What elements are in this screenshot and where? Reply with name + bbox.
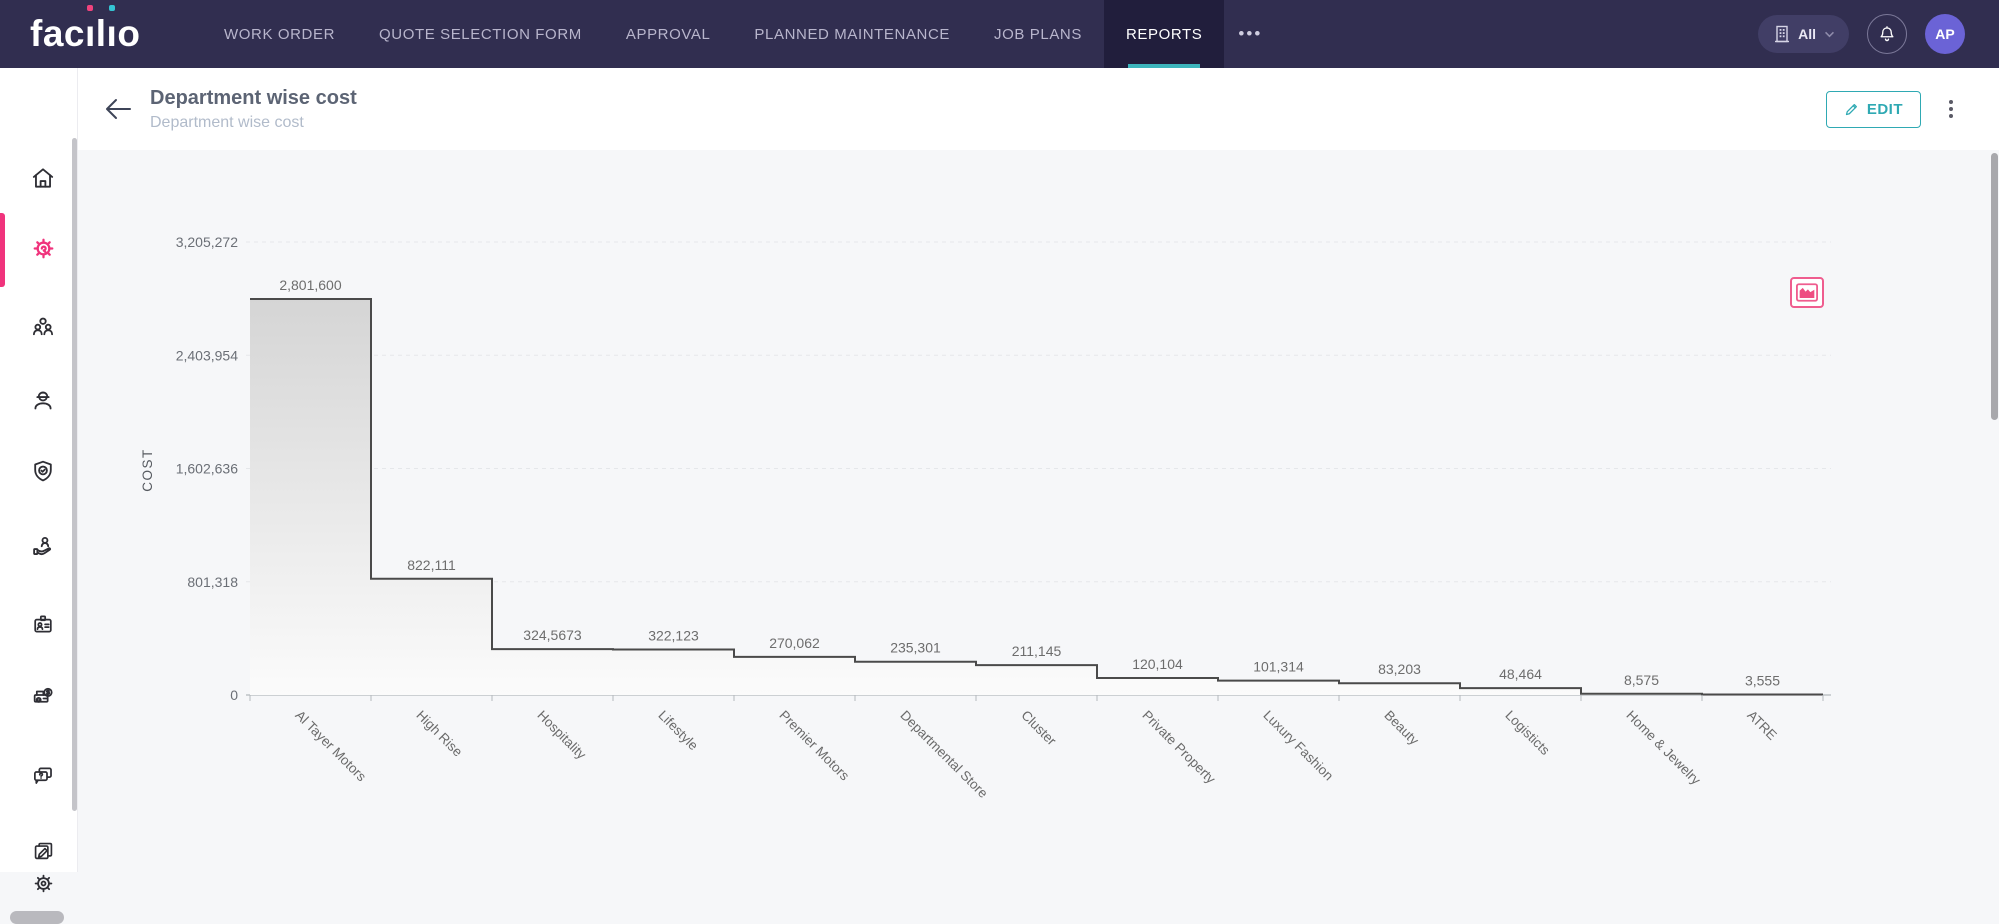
- purchase-money-icon: [30, 682, 56, 708]
- sidebar-item-vendor[interactable]: [23, 528, 63, 564]
- pencil-icon: [1844, 102, 1859, 117]
- x-axis-label: Beauty: [1381, 708, 1422, 749]
- x-axis-ticks: [250, 695, 1823, 701]
- sidebar-item-maintenance[interactable]: [23, 230, 63, 266]
- x-axis-label: Luxury Fashion: [1260, 708, 1336, 784]
- cost-step-area-chart: 0 801,318 1,602,636 2,403,954 3,205,272 COST 2…: [78, 150, 1999, 872]
- brand-i-dot: ı: [85, 0, 96, 68]
- settings-gear-icon: [31, 871, 56, 896]
- sidebar-collapse-handle[interactable]: [10, 911, 64, 924]
- nav-item-reports[interactable]: REPORTS: [1104, 0, 1224, 68]
- report-content: 0 801,318 1,602,636 2,403,954 3,205,272 COST 2…: [78, 150, 1999, 872]
- y-tick-label: 1,602,636: [176, 461, 238, 477]
- brand-logo[interactable]: facılıo: [0, 0, 172, 68]
- nav-item-approval[interactable]: APPROVAL: [604, 0, 733, 68]
- team-icon: [30, 313, 56, 339]
- edit-button-label: EDIT: [1867, 101, 1903, 118]
- edit-button[interactable]: EDIT: [1826, 91, 1921, 128]
- value-label: 270,062: [769, 635, 820, 651]
- value-label: 48,464: [1499, 666, 1542, 682]
- page-title: Department wise cost: [150, 87, 357, 110]
- shield-check-icon: [30, 458, 56, 484]
- nav-item-work-order[interactable]: WORK ORDER: [202, 0, 357, 68]
- value-label: 211,145: [1012, 643, 1062, 659]
- page-subtitle: Department wise cost: [150, 114, 357, 132]
- x-axis-label: Home & Jewelry: [1623, 708, 1703, 788]
- nav-items: WORK ORDERQUOTE SELECTION FORMAPPROVALPL…: [202, 0, 1224, 68]
- x-axis-label: Lifestyle: [655, 708, 701, 754]
- sidebar-item-team[interactable]: [23, 308, 63, 344]
- y-tick-label: 2,403,954: [176, 347, 238, 363]
- main-area: Department wise cost Department wise cos…: [78, 68, 1999, 872]
- sidebar-item-safety[interactable]: [23, 453, 63, 489]
- sidebar-scrollbar[interactable]: [72, 138, 77, 811]
- chevron-down-icon: [1824, 31, 1835, 38]
- y-axis-title: COST: [140, 448, 155, 492]
- active-item-indicator: [0, 213, 5, 287]
- gallery-icon: [31, 839, 56, 864]
- y-tick-label: 0: [230, 687, 238, 703]
- value-labels: 2,801,600 822,111 324,5673 322,123 270,062 23…: [279, 277, 1780, 688]
- navbar-right: All AP: [1758, 0, 1999, 68]
- sidebar-item-workforce[interactable]: [23, 382, 63, 418]
- value-label: 322,123: [648, 627, 699, 643]
- sidebar-item-help[interactable]: [23, 758, 63, 794]
- value-label: 822,111: [407, 557, 456, 573]
- scope-selected-label: All: [1798, 26, 1816, 42]
- app-sidebar: [0, 68, 78, 872]
- value-label: 101,314: [1253, 659, 1304, 675]
- x-axis-label: Cluster: [1018, 708, 1059, 749]
- nav-item-job-plans[interactable]: JOB PLANS: [972, 0, 1104, 68]
- maintenance-gear-icon: [30, 235, 57, 262]
- more-options-icon[interactable]: [1943, 94, 1959, 124]
- area-chart-icon: [1796, 283, 1818, 302]
- notifications-button[interactable]: [1867, 14, 1907, 54]
- bell-icon: [1877, 24, 1897, 45]
- value-label: 83,203: [1378, 661, 1421, 677]
- value-label: 324,5673: [523, 627, 582, 643]
- sidebar-item-purchase[interactable]: [23, 677, 63, 713]
- x-axis-label: Logisticts: [1502, 708, 1553, 759]
- x-axis-label: High Rise: [413, 708, 465, 760]
- help-chat-icon: [30, 763, 56, 789]
- worker-icon: [30, 387, 56, 413]
- top-navbar: facılıo WORK ORDERQUOTE SELECTION FORMAP…: [0, 0, 1999, 68]
- page-header: Department wise cost Department wise cos…: [78, 68, 1999, 150]
- y-tick-label: 801,318: [187, 574, 238, 590]
- brand-i-dot: ı: [107, 0, 118, 68]
- user-avatar[interactable]: AP: [1925, 14, 1965, 54]
- x-axis-label: Premier Motors: [776, 708, 852, 784]
- x-axis-label: Hospitality: [534, 708, 589, 763]
- nav-item-planned-maintenance[interactable]: PLANNED MAINTENANCE: [732, 0, 972, 68]
- x-axis-label: Al Tayer Motors: [292, 708, 369, 785]
- id-badge-icon: [30, 611, 56, 637]
- x-axis-labels: Al Tayer Motors High Rise Hospitality Lifes…: [292, 708, 1779, 801]
- back-button[interactable]: [100, 91, 136, 127]
- value-label: 8,575: [1624, 672, 1659, 688]
- page-scrollbar[interactable]: [1991, 153, 1998, 420]
- value-label: 2,801,600: [279, 277, 341, 293]
- nav-item-quote-selection-form[interactable]: QUOTE SELECTION FORM: [357, 0, 604, 68]
- vendor-hand-icon: [30, 533, 56, 559]
- y-axis-labels: 0 801,318 1,602,636 2,403,954 3,205,272: [176, 234, 239, 703]
- sidebar-item-gallery[interactable]: [23, 835, 63, 867]
- back-arrow-icon: [104, 98, 132, 120]
- sidebar-item-employee-badge[interactable]: [23, 606, 63, 642]
- x-axis-label: Private Property: [1139, 708, 1218, 787]
- x-axis-label: Departmental Store: [897, 708, 990, 801]
- value-label: 235,301: [890, 640, 941, 656]
- chart-type-button[interactable]: [1790, 277, 1824, 308]
- area-fill: [250, 299, 1823, 695]
- more-menu-icon[interactable]: •••: [1224, 0, 1276, 68]
- value-label: 3,555: [1745, 672, 1780, 688]
- building-icon: [1774, 25, 1790, 43]
- value-label: 120,104: [1132, 656, 1183, 672]
- sidebar-item-home[interactable]: [23, 160, 63, 196]
- site-scope-selector[interactable]: All: [1758, 15, 1849, 53]
- x-axis-label: ATRE: [1744, 708, 1779, 743]
- y-tick-label: 3,205,272: [176, 234, 238, 250]
- home-icon: [30, 165, 56, 191]
